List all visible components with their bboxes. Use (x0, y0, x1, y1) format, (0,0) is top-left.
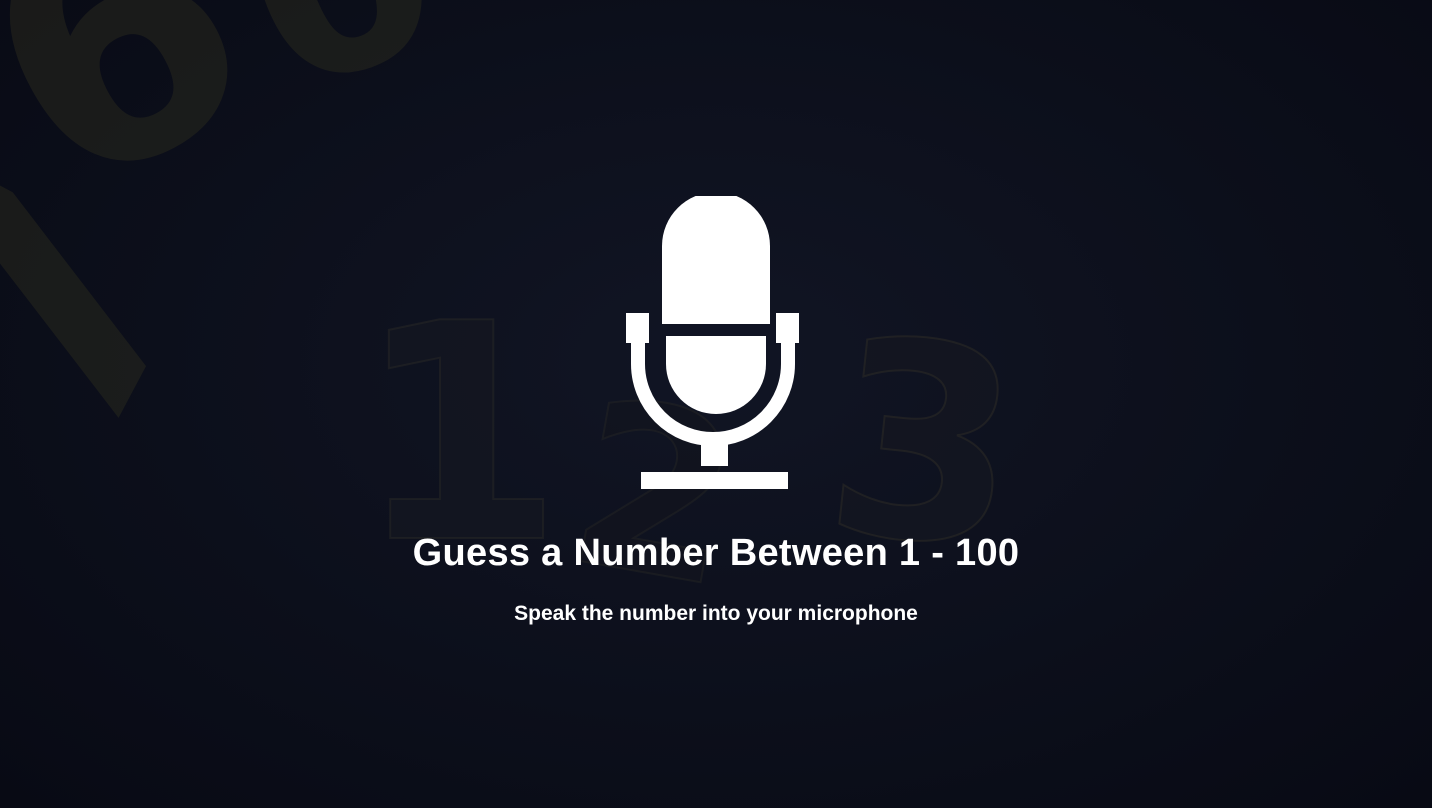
microphone-icon (626, 196, 806, 496)
page-title: Guess a Number Between 1 - 100 (412, 532, 1020, 574)
microphone-container (0, 196, 1432, 496)
instruction-text: Speak the number into your microphone (514, 602, 918, 625)
background-digit-zero: 0 (204, 0, 477, 153)
